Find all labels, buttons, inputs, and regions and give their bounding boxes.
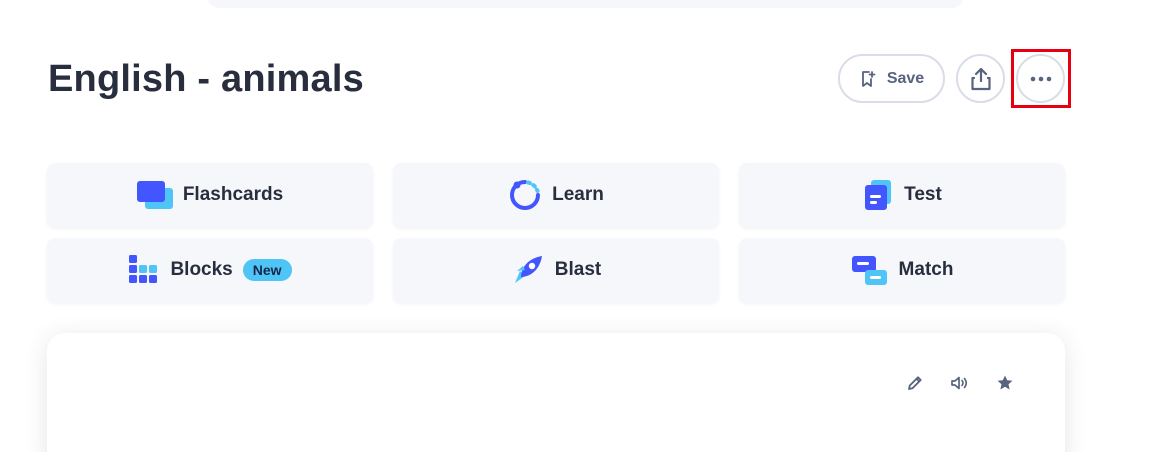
mode-blocks[interactable]: Blocks New — [47, 238, 373, 302]
test-icon — [865, 180, 892, 210]
learn-icon — [510, 180, 541, 210]
mode-flashcards[interactable]: Flashcards — [47, 163, 373, 227]
mode-label: Learn — [552, 184, 604, 205]
star-button[interactable] — [994, 372, 1016, 394]
audio-icon — [951, 376, 968, 390]
mode-blast[interactable]: Blast — [393, 238, 719, 302]
mode-learn[interactable]: Learn — [393, 163, 719, 227]
new-badge: New — [242, 259, 292, 281]
blocks-icon — [129, 255, 158, 283]
mode-label: Flashcards — [182, 184, 284, 205]
mode-label: Test — [904, 184, 942, 205]
save-label: Save — [886, 69, 925, 87]
save-button[interactable]: Save — [838, 54, 945, 103]
share-icon — [970, 67, 991, 90]
mode-label: Blocks — [170, 259, 233, 280]
mode-label: Blast — [554, 259, 602, 280]
star-icon — [997, 375, 1013, 390]
page-title: English - animals — [48, 58, 364, 100]
bookmark-plus-icon — [861, 70, 876, 87]
search-bar[interactable] — [208, 0, 963, 8]
audio-button[interactable] — [949, 372, 971, 394]
highlight-box — [1011, 49, 1071, 108]
edit-icon — [908, 376, 922, 390]
share-button[interactable] — [956, 54, 1005, 103]
flashcards-icon — [136, 181, 173, 209]
edit-button[interactable] — [904, 372, 926, 394]
mode-label: Match — [898, 259, 954, 280]
mode-match[interactable]: Match — [739, 238, 1065, 302]
rocket-icon — [514, 256, 542, 283]
match-icon — [851, 256, 887, 285]
mode-test[interactable]: Test — [739, 163, 1065, 227]
